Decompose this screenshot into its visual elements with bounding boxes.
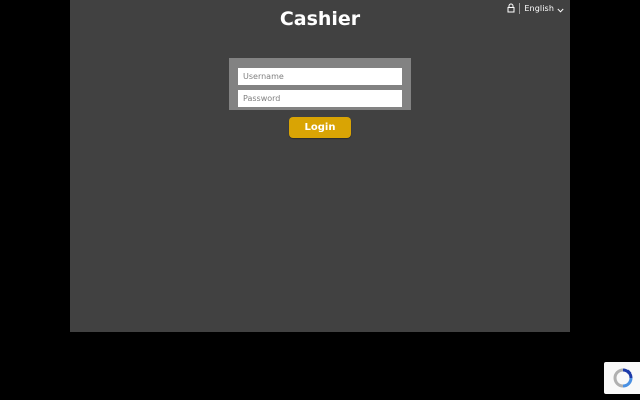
username-input[interactable] [238,68,402,85]
cashier-panel: English Cashier Login [70,0,570,332]
password-input[interactable] [238,90,402,107]
login-form [229,58,411,110]
page-title: Cashier [279,8,361,30]
login-button[interactable]: Login [289,117,351,138]
recaptcha-badge[interactable] [604,362,640,394]
recaptcha-icon [612,367,634,389]
